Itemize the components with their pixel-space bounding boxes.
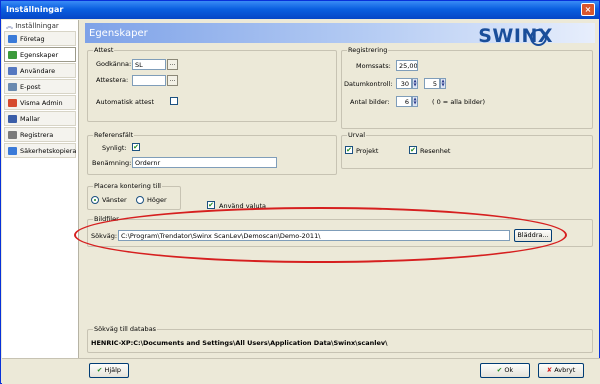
resenhet-label: Resenhet [420,147,451,155]
sidebar-item[interactable]: Säkerhetskopiera [4,143,76,158]
godkanna-label: Godkänna: [96,60,132,68]
window-title: Inställningar [6,5,64,14]
sidebar-item-label: Visma Admin [20,99,63,107]
sidebar-item-icon [8,147,17,155]
projekt-checkbox[interactable]: ✔ [345,146,353,154]
sidebar-item-icon [8,35,17,43]
sidebar-item[interactable]: Registrera [4,127,76,142]
urval-group: Urval ✔ Projekt ✔ Resenhet [341,131,593,169]
hoger-label: Höger [147,196,167,204]
sidebar-item-label: Företag [20,35,45,43]
antal-bilder-input[interactable]: 6 [396,96,412,107]
attestera-browse-button[interactable]: ... [167,75,178,86]
title-bar: Inställningar × [1,1,599,19]
settings-window: Inställningar × ︽ Inställningar Företag E… [0,0,600,384]
sidebar-header-label: Inställningar [15,22,59,30]
sidebar-item[interactable]: E-post [4,79,76,94]
sidebar-header: ︽ Inställningar [2,20,78,31]
sidebar-item-label: Säkerhetskopiera [20,147,77,155]
urval-legend: Urval [347,131,367,139]
antal-bilder-spinner[interactable]: ▲ ▼ [412,96,418,107]
benamning-label: Benämning: [92,159,132,167]
attestera-label: Attestera: [96,76,129,84]
momssats-label: Momssats: [356,62,391,70]
help-button-label: Hjälp [104,366,122,374]
sidebar-item-icon [8,99,17,107]
page-heading: Egenskaper SWINX [85,23,595,47]
sidebar-item-label: Användare [20,67,56,75]
logo-clock-icon [530,29,547,46]
attestera-input[interactable] [132,75,166,86]
databas-legend: Sökväg till databas [93,325,158,333]
registrering-legend: Registrering [347,46,389,54]
resenhet-checkbox[interactable]: ✔ [409,146,417,154]
datumkontroll-days-spinner[interactable]: ▲ ▼ [412,78,418,89]
sidebar-item[interactable]: Egenskaper [4,47,76,62]
sidebar-item-label: Mallar [20,115,40,123]
help-button[interactable]: ✔ Hjälp [89,363,129,378]
databas-group: Sökväg till databas HENRIC-XP:C:\Documen… [87,325,593,353]
sidebar-item-label: Registrera [20,131,54,139]
main-content: Egenskaper SWINX Attest Godkänna: SL ...… [85,23,595,323]
datumkontroll-value2-spinner[interactable]: ▲ ▼ [440,78,446,89]
referensfalt-group: Referensfält Synligt: ✔ Benämning: Order… [87,131,337,175]
sidebar-item[interactable]: Mallar [4,111,76,126]
ok-button-label: Ok [504,366,514,374]
hoger-radio[interactable] [136,196,144,204]
godkanna-input[interactable]: SL [132,59,166,70]
cancel-button[interactable]: ✘ Avbryt [538,363,584,378]
highlight-ellipse [74,207,567,263]
anvand-valuta-checkbox[interactable]: ✔ [207,201,215,209]
projekt-label: Projekt [356,147,379,155]
vanster-label: Vänster [102,196,127,204]
synligt-label: Synligt: [102,144,127,152]
datumkontroll-label: Datumkontroll: [344,80,393,88]
attest-legend: Attest [93,46,115,54]
auto-attest-label: Automatisk attest [96,98,154,106]
godkanna-browse-button[interactable]: ... [167,59,178,70]
referensfalt-legend: Referensfält [93,131,135,139]
sidebar-item[interactable]: Företag [4,31,76,46]
sidebar-item[interactable]: Användare [4,63,76,78]
registrering-group: Registrering Momssats: 25,00 Datumkontro… [341,46,593,129]
ok-button[interactable]: ✔ Ok [480,363,530,378]
placering-legend: Placera kontering till [93,182,162,190]
page-title: Egenskaper [89,28,148,39]
sidebar-list: Företag Egenskaper Användare E-post Visma Ad… [2,31,78,158]
sidebar-item-icon [8,67,17,75]
sidebar-item-icon [8,83,17,91]
antal-bilder-hint: ( 0 = alla bilder) [432,98,486,106]
datumkontroll-days-input[interactable]: 30 [396,78,412,89]
check-icon: ✔ [496,366,503,374]
sidebar-item-icon [8,51,17,59]
placering-group: Placera kontering till Vänster Höger [87,182,181,210]
attest-group: Attest Godkänna: SL ... Attestera: ... A… [87,46,337,122]
datumkontroll-value2-input[interactable]: 5 [424,78,440,89]
antal-bilder-label: Antal bilder: [350,98,390,106]
sidebar-item-label: E-post [20,83,41,91]
sidebar-item[interactable]: Visma Admin [4,95,76,110]
databas-path: HENRIC-XP:C:\Documents and Settings\All … [91,339,388,347]
sidebar: ︽ Inställningar Företag Egenskaper Använda… [2,20,79,358]
vanster-radio[interactable] [91,196,99,204]
sidebar-item-label: Egenskaper [20,51,59,59]
auto-attest-checkbox[interactable] [170,97,178,105]
bottom-bar: ✔ Hjälp ✔ Ok ✘ Avbryt [2,358,600,384]
synligt-checkbox[interactable]: ✔ [132,143,140,151]
cancel-button-label: Avbryt [554,366,576,374]
check-icon: ✔ [96,366,103,374]
benamning-input[interactable]: Ordernr [132,157,277,168]
cross-icon: ✘ [546,366,553,374]
sidebar-item-icon [8,115,17,123]
chevron-up-icon[interactable]: ︽ [6,22,13,30]
momssats-input[interactable]: 25,00 [396,60,418,71]
sidebar-item-icon [8,131,17,139]
close-button[interactable]: × [581,3,595,16]
